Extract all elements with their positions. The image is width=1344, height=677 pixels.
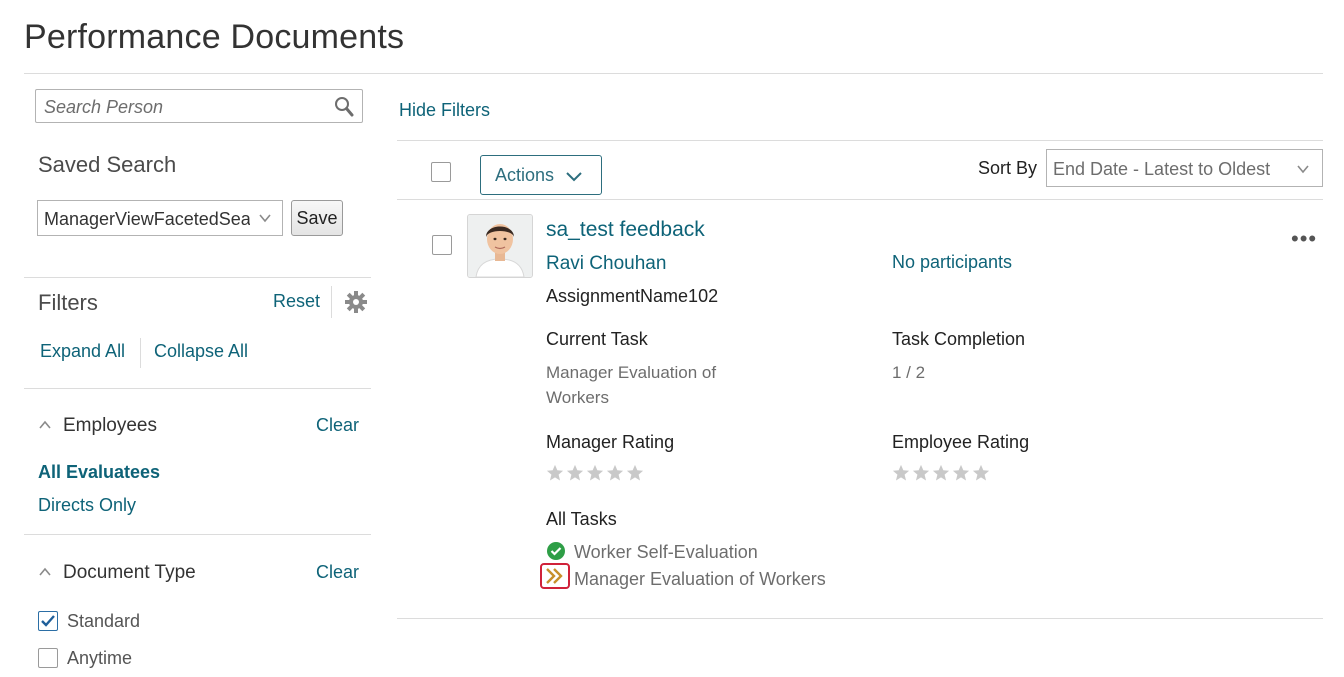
expand-all-link[interactable]: Expand All bbox=[40, 341, 125, 362]
employees-heading[interactable]: Employees bbox=[63, 415, 157, 437]
divider bbox=[331, 286, 332, 318]
document-type-heading[interactable]: Document Type bbox=[63, 562, 196, 584]
divider bbox=[24, 388, 371, 389]
sort-by-value: End Date - Latest to Oldest bbox=[1053, 159, 1271, 179]
double-chevron-right-icon[interactable] bbox=[540, 563, 570, 589]
document-title-link[interactable]: sa_test feedback bbox=[546, 218, 705, 242]
chevron-down-icon bbox=[565, 168, 583, 189]
hide-filters-link[interactable]: Hide Filters bbox=[399, 100, 490, 121]
task-completion-label: Task Completion bbox=[892, 329, 1026, 349]
star-icon bbox=[952, 464, 970, 487]
save-button[interactable]: Save bbox=[291, 200, 343, 236]
participants-link[interactable]: No participants bbox=[892, 252, 1012, 273]
star-icon bbox=[566, 464, 584, 487]
option-directs-only[interactable]: Directs Only bbox=[38, 495, 136, 516]
saved-search-value: ManagerViewFacetedSearch bbox=[44, 209, 250, 229]
employee-rating-stars bbox=[892, 464, 992, 487]
divider bbox=[397, 140, 1323, 141]
current-task-value-line: Manager Evaluation of bbox=[546, 363, 717, 382]
manager-rating-label: Manager Rating bbox=[546, 432, 675, 452]
search-person-field[interactable] bbox=[35, 89, 363, 123]
chevron-down-icon bbox=[258, 209, 272, 230]
person-name-link[interactable]: Ravi Chouhan bbox=[546, 253, 666, 275]
sort-by-select[interactable]: End Date - Latest to Oldest bbox=[1046, 149, 1323, 187]
actions-button[interactable]: Actions bbox=[480, 155, 602, 195]
all-tasks-label: All Tasks bbox=[546, 509, 617, 529]
current-task-label: Current Task bbox=[546, 329, 648, 349]
search-icon[interactable] bbox=[334, 96, 354, 123]
divider bbox=[397, 199, 1323, 200]
star-icon bbox=[606, 464, 624, 487]
task-item[interactable]: Manager Evaluation of Workers bbox=[574, 569, 826, 590]
current-task-value: Manager Evaluation of Workers bbox=[546, 360, 716, 410]
gear-icon[interactable] bbox=[344, 290, 368, 319]
option-all-evaluatees[interactable]: All Evaluatees bbox=[38, 462, 160, 483]
standard-label: Standard bbox=[67, 611, 141, 631]
saved-search-heading: Saved Search bbox=[38, 152, 177, 177]
actions-label: Actions bbox=[495, 165, 555, 185]
star-icon bbox=[626, 464, 644, 487]
saved-search-select[interactable]: ManagerViewFacetedSearch bbox=[37, 200, 283, 236]
star-icon bbox=[586, 464, 604, 487]
star-icon bbox=[912, 464, 930, 487]
avatar bbox=[467, 214, 533, 278]
employees-clear-link[interactable]: Clear bbox=[316, 415, 359, 436]
task-completion-value: 1 / 2 bbox=[892, 363, 926, 382]
header-divider bbox=[24, 73, 1323, 74]
select-all-checkbox[interactable] bbox=[431, 162, 451, 182]
task-item[interactable]: Worker Self-Evaluation bbox=[574, 542, 758, 563]
assignment-name: AssignmentName102 bbox=[546, 286, 719, 306]
star-icon bbox=[546, 464, 564, 487]
divider bbox=[24, 534, 371, 535]
manager-rating-stars bbox=[546, 464, 646, 487]
chevron-down-icon bbox=[1296, 160, 1310, 181]
chevron-up-icon[interactable] bbox=[38, 565, 52, 583]
anytime-label: Anytime bbox=[67, 648, 133, 668]
current-task-value-line: Workers bbox=[546, 388, 609, 407]
divider bbox=[140, 338, 141, 368]
page-title: Performance Documents bbox=[24, 18, 405, 56]
star-icon bbox=[972, 464, 990, 487]
collapse-all-link[interactable]: Collapse All bbox=[154, 341, 248, 362]
document-type-clear-link[interactable]: Clear bbox=[316, 562, 359, 583]
search-input[interactable] bbox=[42, 91, 336, 123]
chevron-up-icon[interactable] bbox=[38, 418, 52, 436]
employee-rating-label: Employee Rating bbox=[892, 432, 1030, 452]
divider bbox=[24, 277, 371, 278]
reset-link[interactable]: Reset bbox=[273, 291, 320, 312]
filters-heading: Filters bbox=[38, 290, 98, 315]
anytime-checkbox[interactable] bbox=[38, 648, 58, 668]
standard-checkbox[interactable] bbox=[38, 611, 58, 631]
star-icon bbox=[932, 464, 950, 487]
divider bbox=[397, 618, 1323, 619]
more-options-icon[interactable]: ••• bbox=[1291, 226, 1317, 252]
document-checkbox[interactable] bbox=[432, 235, 452, 255]
star-icon bbox=[892, 464, 910, 487]
checkmark-icon bbox=[41, 615, 55, 627]
sort-by-label: Sort By bbox=[978, 158, 1038, 178]
